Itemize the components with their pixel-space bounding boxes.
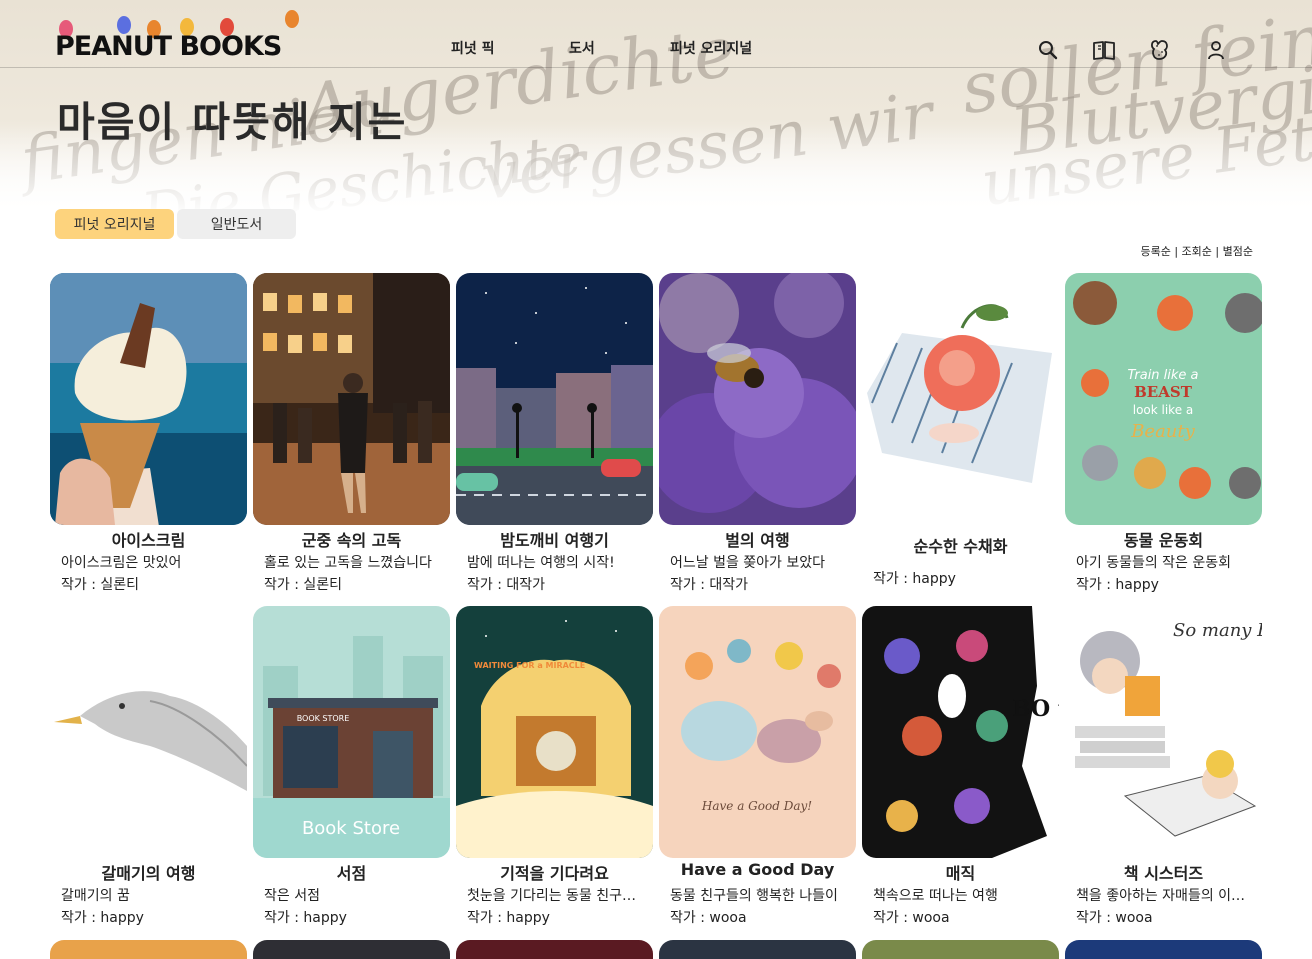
book-description: 동물 친구들의 행복한 나들이 bbox=[670, 888, 838, 904]
book-author: 작가 : wooa bbox=[1076, 910, 1153, 926]
book-title: 벌의 여행 bbox=[725, 531, 790, 550]
book-cover-animal-sports[interactable]: Train like a BEAST look like a Beauty bbox=[1065, 273, 1262, 525]
search-icon[interactable] bbox=[1036, 38, 1060, 62]
brand-logo[interactable]: PEANUT BOOKS bbox=[55, 10, 305, 62]
book-description: 작은 서점 bbox=[264, 888, 320, 904]
book-author: 작가 : happy bbox=[873, 571, 956, 587]
svg-text:look like a: look like a bbox=[1133, 403, 1194, 417]
book-title: 매직 bbox=[945, 864, 976, 883]
book-cover-crowd[interactable] bbox=[253, 273, 450, 525]
book-description: 밤에 떠나는 여행의 시작! bbox=[467, 555, 615, 571]
svg-text:Book Store: Book Store bbox=[302, 818, 400, 839]
book-cover-watercolor[interactable] bbox=[862, 273, 1059, 525]
svg-text:Beauty: Beauty bbox=[1130, 421, 1195, 442]
book-cover-icecream[interactable] bbox=[50, 273, 247, 525]
svg-text:BOOK STORE: BOOK STORE bbox=[297, 714, 350, 723]
book-title: 순수한 수채화 bbox=[913, 537, 1008, 556]
user-icon[interactable] bbox=[1204, 38, 1228, 62]
tab-peanut-original[interactable]: 피넛 오리지널 bbox=[55, 209, 174, 239]
sort-by-views[interactable]: 조회순 bbox=[1182, 245, 1212, 258]
book-cover-book-sisters[interactable]: So many BOOKS so little TIME bbox=[1065, 606, 1262, 858]
book-title: Have a Good Day bbox=[680, 860, 835, 879]
book-cover-night-trip[interactable] bbox=[456, 273, 653, 525]
nav-peanut-original[interactable]: 피넛 오리지널 bbox=[670, 38, 752, 58]
book-description: 책을 좋아하는 자매들의 이야기 bbox=[1076, 888, 1256, 904]
book-cover-miracle[interactable]: WAITING FOR a MIRACLE bbox=[456, 606, 653, 858]
book-author: 작가 : happy bbox=[264, 910, 347, 926]
nav-peanut-pick[interactable]: 피넛 픽 bbox=[451, 38, 495, 58]
book-description: 아이스크림은 맛있어 bbox=[61, 555, 182, 571]
tab-general-books[interactable]: 일반도서 bbox=[177, 209, 296, 239]
book-cover-partial[interactable] bbox=[862, 940, 1059, 959]
svg-text:Have a Good Day!: Have a Good Day! bbox=[701, 799, 812, 813]
book-cover-bee[interactable] bbox=[659, 273, 856, 525]
book-description: 홀로 있는 고독을 느꼈습니다 bbox=[264, 555, 432, 571]
book-author: 작가 : 대작가 bbox=[670, 577, 749, 593]
book-title: 서점 bbox=[336, 864, 367, 883]
book-cover-partial[interactable] bbox=[659, 940, 856, 959]
book-title: 밤도깨비 여행기 bbox=[500, 531, 609, 550]
book-cover-partial[interactable] bbox=[253, 940, 450, 959]
book-title: 기적을 기다려요 bbox=[500, 864, 609, 883]
sort-options: 등록순 | 조회순 | 별점순 bbox=[1140, 245, 1253, 258]
book-author: 작가 : happy bbox=[1076, 577, 1159, 593]
book-title: 책 시스터즈 bbox=[1123, 864, 1204, 883]
book-icon[interactable] bbox=[1092, 38, 1116, 62]
book-description: 갈매기의 꿈 bbox=[61, 888, 130, 904]
sort-by-date[interactable]: 등록순 bbox=[1140, 245, 1170, 258]
book-author: 작가 : 실론티 bbox=[264, 577, 343, 593]
book-author: 작가 : happy bbox=[467, 910, 550, 926]
book-cover-magic[interactable]: BO un POR M bbox=[862, 606, 1059, 858]
svg-text:So many BOOKS so little TIME: So many BOOKS so little TIME bbox=[1173, 620, 1262, 641]
svg-text:BO un POR M: BO un POR M bbox=[1012, 696, 1059, 722]
book-author: 작가 : wooa bbox=[670, 910, 747, 926]
svg-text:BEAST: BEAST bbox=[1134, 383, 1193, 401]
book-description: 책속으로 떠나는 여행 bbox=[873, 888, 998, 904]
book-description: 첫눈을 기다리는 동물 친구들의 이야기 bbox=[467, 888, 647, 904]
book-cover-partial[interactable] bbox=[456, 940, 653, 959]
book-title: 아이스크림 bbox=[111, 531, 186, 550]
book-author: 작가 : wooa bbox=[873, 910, 950, 926]
page-title: 마음이 따뜻해 지는 bbox=[57, 98, 408, 146]
book-description: 아기 동물들의 작은 운동회 bbox=[1076, 555, 1232, 571]
top-header: PEANUT BOOKS 피넛 픽 도서 피넛 오리지널 bbox=[0, 0, 1312, 68]
book-cover-good-day[interactable]: Have a Good Day! bbox=[659, 606, 856, 858]
book-title: 군중 속의 고독 bbox=[301, 531, 402, 550]
book-author: 작가 : 실론티 bbox=[61, 577, 140, 593]
book-cover-seagull[interactable] bbox=[50, 606, 247, 858]
peanut-icon[interactable] bbox=[1148, 38, 1172, 62]
book-title: 갈매기의 여행 bbox=[101, 864, 196, 883]
book-author: 작가 : 대작가 bbox=[467, 577, 546, 593]
sort-by-rating[interactable]: 별점순 bbox=[1223, 245, 1253, 258]
svg-text:Train like a: Train like a bbox=[1127, 368, 1198, 383]
book-cover-partial[interactable] bbox=[1065, 940, 1262, 959]
book-description: 어느날 벌을 쫒아가 보았다 bbox=[670, 555, 826, 571]
logo-text: PEANUT BOOKS bbox=[55, 31, 282, 62]
book-cover-partial[interactable] bbox=[50, 940, 247, 959]
nav-books[interactable]: 도서 bbox=[569, 38, 595, 58]
svg-text:WAITING FOR a MIRACLE: WAITING FOR a MIRACLE bbox=[474, 661, 585, 670]
book-author: 작가 : happy bbox=[61, 910, 144, 926]
book-cover-bookstore[interactable]: BOOK STORE Book Store bbox=[253, 606, 450, 858]
book-title: 동물 운동회 bbox=[1123, 531, 1204, 550]
